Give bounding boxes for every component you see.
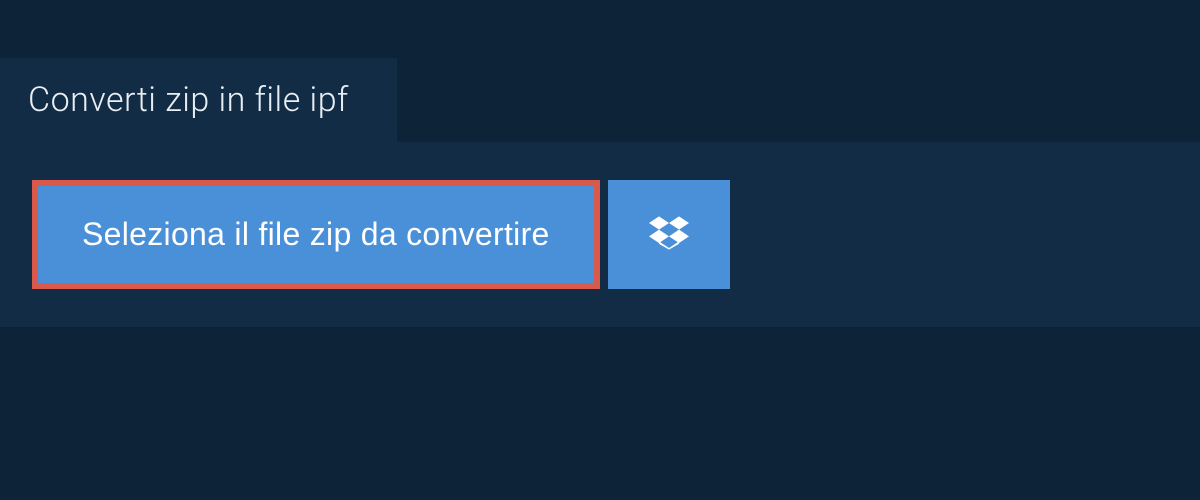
tab-convert[interactable]: Converti zip in file ipf: [0, 58, 397, 142]
dropbox-icon: [649, 213, 689, 256]
conversion-panel: Seleziona il file zip da convertire: [0, 142, 1200, 327]
dropbox-button[interactable]: [608, 180, 730, 289]
select-file-button[interactable]: Seleziona il file zip da convertire: [38, 186, 594, 283]
select-file-label: Seleziona il file zip da convertire: [82, 216, 550, 253]
select-file-highlight: Seleziona il file zip da convertire: [32, 180, 600, 289]
tab-label: Converti zip in file ipf: [28, 80, 349, 120]
